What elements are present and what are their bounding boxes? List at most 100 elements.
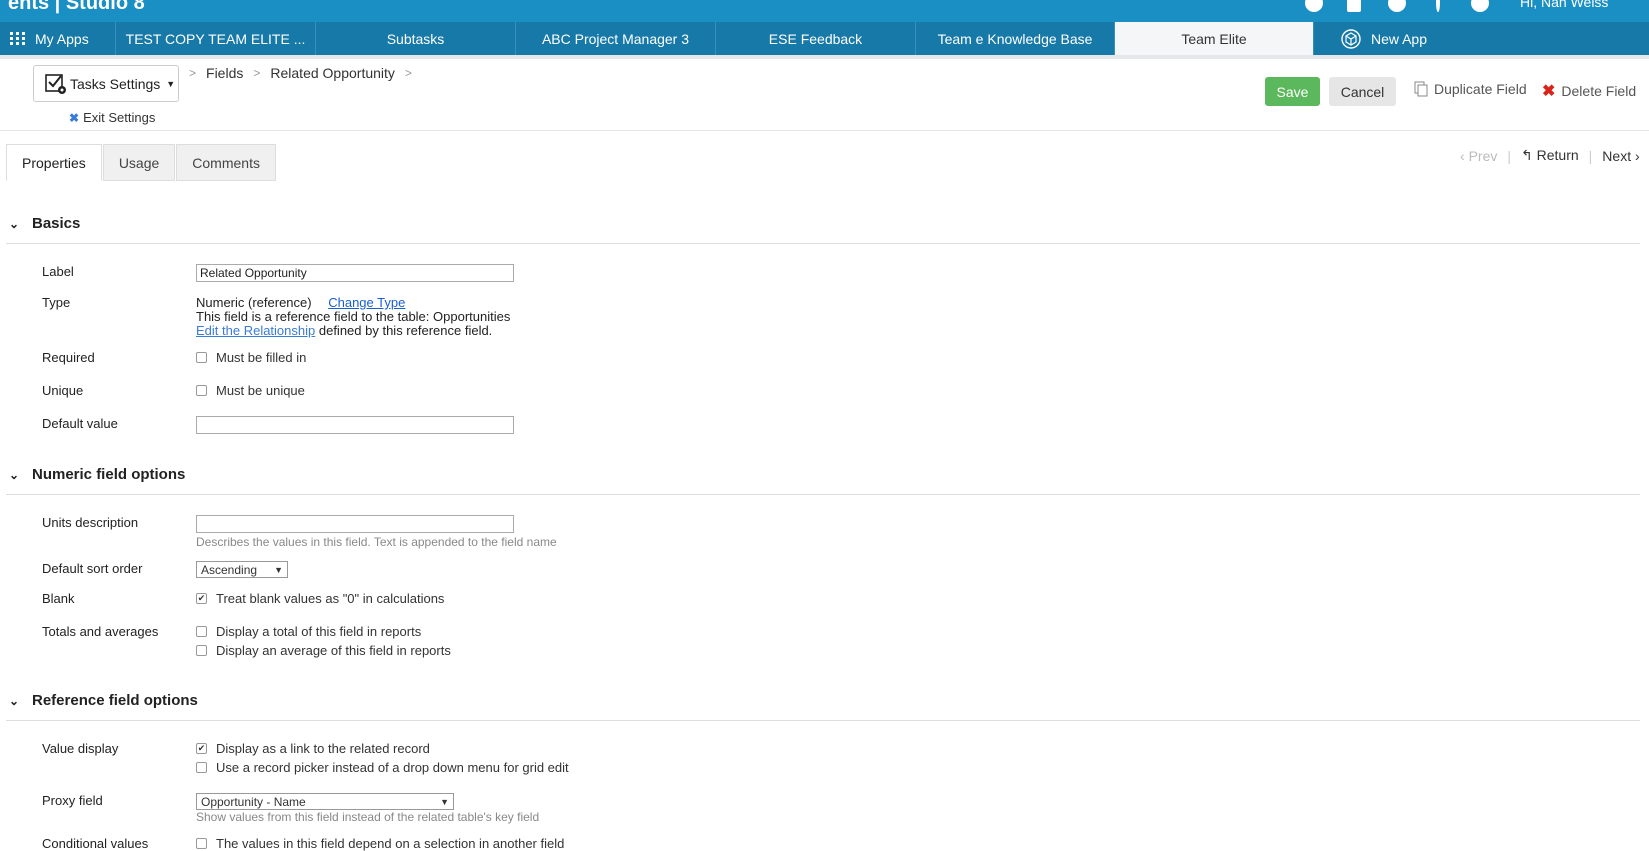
tab-team-elite[interactable]: Team Elite	[1115, 22, 1314, 55]
user-menu[interactable]: Hi, Nan Weiss	[1520, 0, 1608, 10]
save-button[interactable]: Save	[1265, 77, 1320, 106]
tasks-settings-dropdown[interactable]: Tasks Settings ▼	[33, 65, 179, 102]
totals-label: Totals and averages	[42, 624, 159, 639]
tab-new-app[interactable]: New App	[1314, 22, 1454, 55]
required-text: Must be filled in	[216, 350, 307, 365]
tab-properties[interactable]: Properties	[6, 144, 102, 181]
prev-label: Prev	[1468, 147, 1498, 164]
divider	[6, 720, 1640, 721]
edit-relationship-link[interactable]: Edit the Relationship	[196, 323, 315, 338]
help-icon[interactable]	[1305, 0, 1323, 12]
sort-order-label: Default sort order	[42, 561, 143, 576]
cancel-button[interactable]: Cancel	[1329, 77, 1396, 106]
tab-label: My Apps	[35, 30, 89, 47]
return-arrow-icon: ↰	[1521, 147, 1533, 163]
chevron-right-icon: >	[253, 66, 261, 80]
type-text: Numeric (reference)	[196, 295, 312, 310]
breadcrumb-fields[interactable]: Fields	[206, 65, 243, 81]
type-label: Type	[42, 295, 71, 310]
conditional-checkbox[interactable]	[196, 838, 207, 849]
tab-label: TEST COPY TEAM ELITE ...	[125, 30, 306, 47]
unique-text: Must be unique	[216, 383, 305, 398]
type-value: Numeric (reference) Change Type	[196, 295, 405, 310]
tab-my-apps[interactable]: My Apps	[0, 22, 116, 55]
divider	[0, 55, 1649, 59]
settings-checkbox-icon	[45, 73, 66, 94]
proxy-field-select[interactable]: Opportunity - Name ▼	[196, 793, 454, 810]
chevron-down-icon: ⌄	[9, 693, 20, 708]
proxy-field-value: Opportunity - Name	[201, 794, 306, 809]
section-title: Basics	[32, 215, 81, 232]
relationship-line: Edit the Relationship defined by this re…	[196, 323, 492, 338]
link-option: ✔ Display as a link to the related recor…	[196, 741, 430, 756]
tab-knowledge-base[interactable]: Team e Knowledge Base	[916, 22, 1115, 55]
bookmark-icon[interactable]	[1347, 0, 1361, 12]
link-text: Display as a link to the related record	[216, 741, 430, 756]
tab-test-copy-team-elite[interactable]: TEST COPY TEAM ELITE ...	[116, 22, 316, 55]
divider	[6, 494, 1640, 495]
unique-checkbox[interactable]	[196, 385, 207, 396]
link-checkbox[interactable]: ✔	[196, 743, 207, 754]
required-label: Required	[42, 350, 95, 365]
picker-checkbox[interactable]	[196, 762, 207, 773]
next-label: Next	[1602, 147, 1632, 164]
prev-button[interactable]: ‹ Prev	[1460, 148, 1497, 164]
delete-field-button[interactable]: ✖ Delete Field	[1542, 81, 1636, 101]
relationship-text: defined by this reference field.	[315, 323, 493, 338]
sort-order-select[interactable]: Ascending ▼	[196, 561, 288, 578]
duplicate-icon	[1414, 81, 1428, 97]
tab-abc-project-manager[interactable]: ABC Project Manager 3	[516, 22, 716, 55]
tab-usage[interactable]: Usage	[102, 144, 176, 181]
delete-label: Delete Field	[1561, 83, 1637, 99]
delete-icon: ✖	[1542, 83, 1556, 100]
next-button[interactable]: Next ›	[1602, 148, 1639, 164]
page-tabs: Properties Usage Comments	[6, 144, 277, 181]
value-display-label: Value display	[42, 741, 119, 756]
proxy-hint: Show values from this field instead of t…	[196, 810, 540, 824]
tab-label: Team e Knowledge Base	[937, 30, 1093, 47]
tab-label: New App	[1370, 30, 1428, 47]
close-icon: ✖	[69, 110, 80, 125]
units-input[interactable]	[196, 515, 514, 533]
info-icon[interactable]	[1471, 0, 1489, 12]
average-option: Display an average of this field in repo…	[196, 643, 451, 658]
search-icon[interactable]	[1388, 0, 1406, 12]
required-checkbox[interactable]	[196, 352, 207, 363]
chevron-down-icon: ⌄	[9, 467, 20, 482]
chevron-right-icon: >	[404, 66, 412, 80]
apps-grid-icon	[10, 32, 26, 45]
exit-settings-link[interactable]: ✖ Exit Settings	[69, 110, 155, 125]
return-button[interactable]: ↰ Return	[1521, 147, 1579, 164]
divider	[0, 130, 1649, 131]
divider	[6, 243, 1640, 244]
section-basics-toggle[interactable]: ⌄ Basics	[9, 215, 80, 232]
return-label: Return	[1536, 147, 1579, 163]
change-type-link[interactable]: Change Type	[328, 295, 405, 310]
tab-ese-feedback[interactable]: ESE Feedback	[716, 22, 916, 55]
tab-label: Subtasks	[386, 30, 445, 47]
blank-checkbox[interactable]: ✔	[196, 593, 207, 604]
section-numeric-toggle[interactable]: ⌄ Numeric field options	[9, 466, 185, 483]
tab-label: ESE Feedback	[768, 30, 863, 47]
blank-label: Blank	[42, 591, 75, 606]
average-checkbox[interactable]	[196, 645, 207, 656]
section-reference-toggle[interactable]: ⌄ Reference field options	[9, 692, 198, 709]
blank-text: Treat blank values as "0" in calculation…	[216, 591, 445, 606]
tab-comments[interactable]: Comments	[176, 144, 276, 181]
label-input[interactable]	[196, 264, 514, 282]
duplicate-field-button[interactable]: Duplicate Field	[1414, 81, 1527, 97]
more-icon[interactable]	[1436, 0, 1440, 12]
app-tab-bar: My Apps TEST COPY TEAM ELITE ... Subtask…	[0, 22, 1649, 55]
conditional-option: The values in this field depend on a sel…	[196, 836, 564, 851]
default-value-input[interactable]	[196, 416, 514, 434]
total-checkbox[interactable]	[196, 626, 207, 637]
settings-label: Tasks Settings	[70, 75, 161, 92]
tab-subtasks[interactable]: Subtasks	[316, 22, 516, 55]
divider: |	[1507, 147, 1511, 164]
picker-text: Use a record picker instead of a drop do…	[216, 760, 569, 775]
chevron-down-icon: ⌄	[9, 216, 20, 231]
duplicate-label: Duplicate Field	[1434, 81, 1527, 97]
breadcrumb-current: Related Opportunity	[270, 65, 395, 81]
total-option: Display a total of this field in reports	[196, 624, 421, 639]
divider: |	[1588, 147, 1593, 164]
